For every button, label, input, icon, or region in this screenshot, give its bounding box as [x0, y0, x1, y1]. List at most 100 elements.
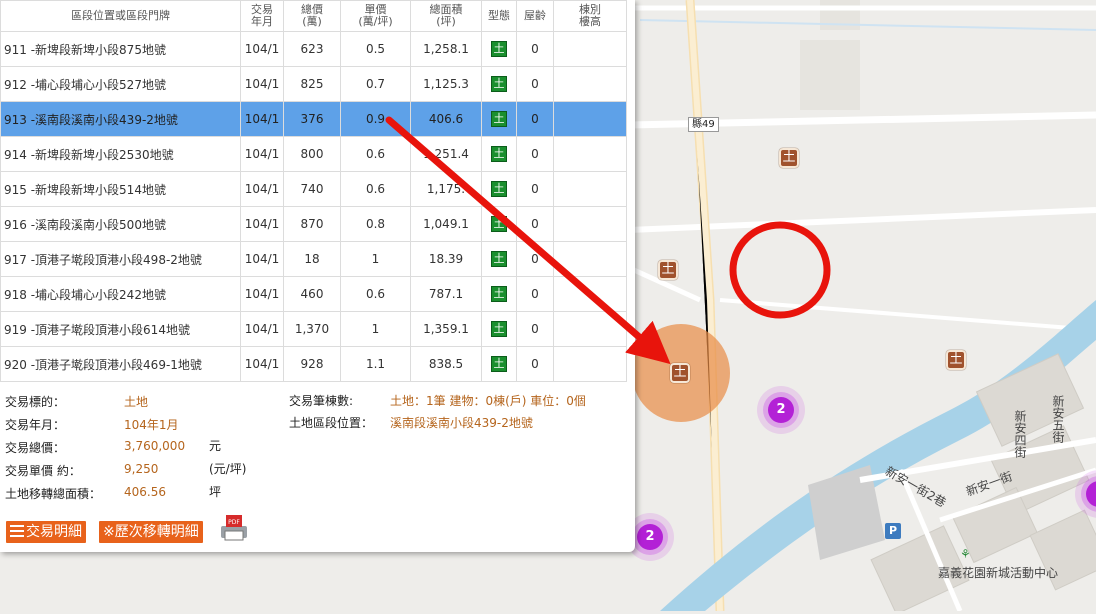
- land-marker[interactable]: 土: [779, 148, 799, 168]
- cell-area: 1,258.1: [410, 31, 482, 67]
- detail-total-label: 交易總價：: [5, 441, 66, 455]
- cell-type: 土: [481, 311, 517, 347]
- cell-total-price: 18: [283, 241, 341, 277]
- table-row[interactable]: 911 -新埤段新埤小段875地號 104/1 623 0.5 1,258.1 土 0: [0, 31, 627, 67]
- cell-location: 917 -頂港子墘段頂港小段498-2地號: [0, 241, 241, 277]
- cluster-marker[interactable]: 2: [637, 524, 663, 550]
- transfer-history-button-label: ※歷次移轉明細: [103, 524, 199, 540]
- cell-area: 838.5: [410, 346, 482, 382]
- land-marker[interactable]: 土: [658, 260, 678, 280]
- header-area[interactable]: 總面積 (坪): [410, 0, 482, 32]
- cell-unit-price: 0.6: [340, 171, 411, 207]
- cell-location: 916 -溪南段溪南小段500地號: [0, 206, 241, 242]
- land-type-icon: 土: [491, 251, 507, 267]
- detail-target-value: 土地: [124, 395, 149, 409]
- table-row[interactable]: 918 -埔心段埔心小段242地號 104/1 460 0.6 787.1 土 0: [0, 276, 627, 312]
- detail-unit-value: 9,250: [124, 462, 159, 476]
- cell-age: 0: [516, 66, 554, 102]
- cell-area: 1,125.3: [410, 66, 482, 102]
- cell-date: 104/1: [240, 66, 284, 102]
- header-age[interactable]: 屋齡: [516, 0, 554, 32]
- cell-unit-price: 0.7: [340, 66, 411, 102]
- cell-age: 0: [516, 276, 554, 312]
- cell-location: 913 -溪南段溪南小段439-2地號: [0, 101, 241, 137]
- header-total-price[interactable]: 總價 (萬): [283, 0, 341, 32]
- transaction-detail-button-label: 交易明細: [26, 524, 82, 540]
- cell-total-price: 928: [283, 346, 341, 382]
- land-type-icon: 土: [491, 41, 507, 57]
- cell-total-price: 740: [283, 171, 341, 207]
- cell-location: 914 -新埤段新埤小段2530地號: [0, 136, 241, 172]
- detail-unit-unit: (元/坪): [209, 462, 247, 476]
- cell-area: 1,251.4: [410, 136, 482, 172]
- detail-location-value: 溪南段溪南小段439-2地號: [390, 416, 533, 430]
- poi-activity-center: 嘉義花園新城活動中心: [938, 566, 1059, 580]
- cell-type: 土: [481, 346, 517, 382]
- cell-date: 104/1: [240, 311, 284, 347]
- cell-date: 104/1: [240, 31, 284, 67]
- cell-total-price: 1,370: [283, 311, 341, 347]
- cell-age: 0: [516, 206, 554, 242]
- table-row[interactable]: 915 -新埤段新埤小段514地號 104/1 740 0.6 1,175. 土 0: [0, 171, 627, 207]
- header-date[interactable]: 交易 年月: [240, 0, 284, 32]
- cell-date: 104/1: [240, 171, 284, 207]
- cell-location: 912 -埔心段埔心小段527地號: [0, 66, 241, 102]
- header-type[interactable]: 型態: [481, 0, 517, 32]
- cell-unit-price: 1.1: [340, 346, 411, 382]
- table-row[interactable]: 913 -溪南段溪南小段439-2地號 104/1 376 0.9 406.6 土 0: [0, 101, 627, 137]
- cell-total-price: 460: [283, 276, 341, 312]
- cell-unit-price: 0.8: [340, 206, 411, 242]
- land-type-icon: 土: [491, 76, 507, 92]
- cell-floor: [553, 346, 627, 382]
- street-label: 新安五街: [1051, 395, 1065, 443]
- table-row[interactable]: 912 -埔心段埔心小段527地號 104/1 825 0.7 1,125.3 土 0: [0, 66, 627, 102]
- transaction-detail-button[interactable]: 交易明細: [6, 521, 86, 543]
- cell-area: 1,175.: [410, 171, 482, 207]
- header-location[interactable]: 區段位置或區段門牌: [0, 0, 241, 32]
- cell-floor: [553, 101, 627, 137]
- cell-date: 104/1: [240, 346, 284, 382]
- cell-floor: [553, 66, 627, 102]
- land-marker-selected[interactable]: 土: [670, 363, 690, 383]
- cell-type: 土: [481, 171, 517, 207]
- street-label: 新安四街: [1013, 410, 1027, 458]
- cell-location: 915 -新埤段新埤小段514地號: [0, 171, 241, 207]
- cell-date: 104/1: [240, 101, 284, 137]
- table-row[interactable]: 920 -頂港子墘段頂港小段469-1地號 104/1 928 1.1 838.5 土 0: [0, 346, 627, 382]
- cell-type: 土: [481, 241, 517, 277]
- list-icon: [10, 525, 24, 537]
- table-row[interactable]: 916 -溪南段溪南小段500地號 104/1 870 0.8 1,049.1 土 0: [0, 206, 627, 242]
- table-row[interactable]: 914 -新埤段新埤小段2530地號 104/1 800 0.6 1,251.4 土 0: [0, 136, 627, 172]
- header-unit-price[interactable]: 單價 (萬/坪): [340, 0, 411, 32]
- cell-location: 920 -頂港子墘段頂港小段469-1地號: [0, 346, 241, 382]
- detail-area-unit: 坪: [209, 485, 222, 499]
- table-row[interactable]: 919 -頂港子墘段頂港小段614地號 104/1 1,370 1 1,359.1 土 0: [0, 311, 627, 347]
- cell-area: 1,359.1: [410, 311, 482, 347]
- detail-area-label: 土地移轉總面積：: [5, 487, 102, 501]
- table-row[interactable]: 917 -頂港子墘段頂港小段498-2地號 104/1 18 1 18.39 土 0: [0, 241, 627, 277]
- cell-age: 0: [516, 101, 554, 137]
- cell-floor: [553, 241, 627, 277]
- transaction-table: 區段位置或區段門牌 交易 年月 總價 (萬) 單價 (萬/坪) 總面積 (坪) …: [0, 0, 627, 382]
- transfer-history-button[interactable]: ※歷次移轉明細: [99, 521, 203, 543]
- cell-total-price: 825: [283, 66, 341, 102]
- cell-total-price: 376: [283, 101, 341, 137]
- cell-total-price: 623: [283, 31, 341, 67]
- cell-age: 0: [516, 346, 554, 382]
- pdf-print-icon[interactable]: PDF: [218, 513, 250, 543]
- land-marker[interactable]: 土: [946, 350, 966, 370]
- cell-floor: [553, 276, 627, 312]
- land-type-icon: 土: [491, 286, 507, 302]
- cell-date: 104/1: [240, 276, 284, 312]
- pdf-icon-label: PDF: [228, 519, 240, 526]
- cell-age: 0: [516, 241, 554, 277]
- cell-unit-price: 0.9: [340, 101, 411, 137]
- poi-icon: ⚘: [960, 547, 971, 561]
- detail-unit-label: 交易單價 約：: [5, 464, 81, 478]
- header-floor[interactable]: 棟別 樓高: [553, 0, 627, 32]
- cluster-marker[interactable]: 2: [768, 397, 794, 423]
- land-type-icon: 土: [491, 146, 507, 162]
- cell-age: 0: [516, 311, 554, 347]
- cell-unit-price: 0.6: [340, 276, 411, 312]
- cell-floor: [553, 31, 627, 67]
